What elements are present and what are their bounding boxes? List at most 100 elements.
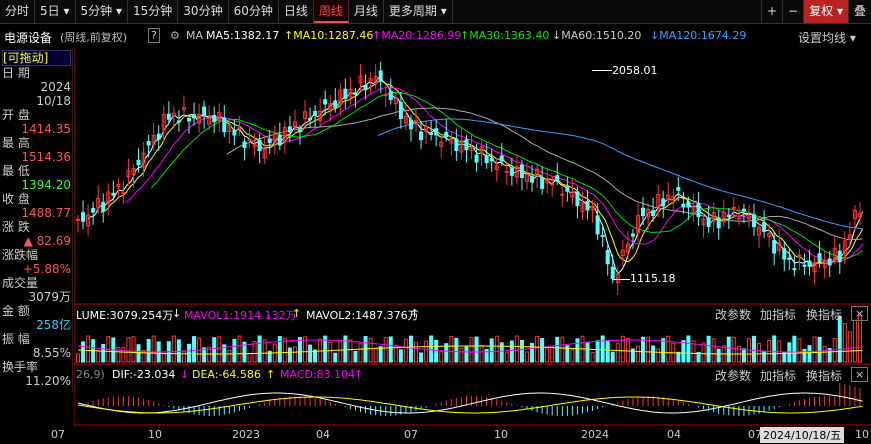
time-axis: 07 10 2023 04 07 10 2024 04 07 10 2024/1… — [0, 426, 871, 444]
macd-edit-params-button[interactable]: 改参数 — [715, 367, 751, 384]
gear-icon[interactable]: ⚙ — [170, 29, 180, 42]
volume-bar — [852, 319, 857, 363]
help-icon[interactable]: ? — [148, 28, 160, 43]
turnover-label: 换手率 — [2, 360, 39, 374]
ma10-value: ↑MA10:1287.46 — [284, 29, 374, 42]
x-tick: 2024 — [581, 428, 609, 441]
tab-5min[interactable]: 5分钟 ▾ — [76, 0, 129, 23]
volume-bar — [292, 346, 297, 363]
volume-bar — [782, 352, 787, 363]
annotation-leader — [612, 279, 630, 280]
amplitude-value: 8.55% — [32, 346, 71, 360]
volume-bar — [86, 335, 91, 363]
volume-bar — [429, 335, 434, 363]
x-tick: 04 — [316, 428, 330, 441]
volume-bar — [383, 337, 388, 363]
volume-bar — [419, 352, 424, 363]
volume-bar — [338, 340, 343, 363]
candle-body — [242, 141, 247, 149]
ma-settings-button[interactable]: 设置均线 ▾ — [798, 29, 856, 46]
volume-bar — [494, 335, 499, 363]
candle-body — [827, 258, 832, 266]
close-macd-panel-icon[interactable]: × — [851, 367, 869, 382]
volume-bar — [646, 336, 651, 363]
zoom-out-button[interactable]: − — [782, 0, 803, 23]
volume-bar — [146, 339, 151, 363]
candle-body — [509, 167, 514, 176]
volume-bar — [333, 352, 338, 363]
ma-label: MA — [186, 29, 204, 42]
volume-bar — [706, 335, 711, 363]
tab-monthly[interactable]: 月线 — [349, 0, 384, 23]
overlay-button[interactable]: 叠 — [847, 0, 871, 23]
candle-body — [772, 240, 777, 254]
volume-bar — [212, 337, 217, 363]
high-annotation: 2058.01 — [592, 64, 658, 77]
volume-bar — [378, 346, 383, 363]
candle-body — [736, 217, 741, 220]
tab-30min[interactable]: 30分钟 — [178, 0, 229, 23]
tab-weekly[interactable]: 周线 — [313, 0, 349, 23]
candle-body — [308, 117, 313, 120]
quote-panel: [可拖动] 日 期 2024 10/18 开 盘 1414.35 最 高 151… — [0, 48, 73, 392]
arrow-up-icon: ↑ — [292, 307, 302, 320]
ma120-value: ↓MA120:1674.29 — [650, 29, 747, 42]
date-label: 日 期 — [2, 66, 30, 80]
dif-label: DIF:-23.034 — [112, 368, 176, 381]
volume-bar — [641, 336, 646, 363]
drag-handle[interactable]: [可拖动] — [2, 50, 71, 66]
candle-body — [585, 201, 590, 211]
volume-bar — [585, 342, 590, 363]
kline-chart[interactable] — [74, 48, 871, 444]
volume-value: 3079万 — [28, 290, 71, 304]
candle-body — [630, 233, 635, 237]
candle-body — [232, 130, 237, 136]
adjust-button[interactable]: 复权 ▾ — [803, 0, 848, 23]
add-indicator-button[interactable]: 加指标 — [760, 306, 796, 323]
candle-body — [202, 106, 207, 117]
volume-bar — [474, 336, 479, 363]
edit-params-button[interactable]: 改参数 — [715, 306, 751, 323]
volume-bar — [126, 337, 131, 363]
switch-indicator-button[interactable]: 换指标 — [806, 306, 842, 323]
candle-body — [565, 186, 570, 192]
zoom-in-button[interactable]: + — [760, 0, 782, 23]
candle-body — [651, 210, 656, 217]
dropdown-arrow-icon: ▾ — [440, 4, 447, 18]
dropdown-arrow-icon: ▾ — [849, 31, 856, 45]
tab-5day[interactable]: 5日 ▾ — [35, 0, 76, 23]
candle-body — [247, 138, 252, 141]
pct-value: +5.88% — [22, 262, 71, 276]
candle-body — [661, 198, 666, 207]
candle-body — [257, 139, 262, 152]
ma10-line — [100, 80, 863, 265]
volume-bar — [181, 350, 186, 363]
tab-60min[interactable]: 60分钟 — [229, 0, 279, 23]
close-volume-panel-icon[interactable]: × — [851, 306, 869, 321]
volume-bar — [232, 338, 237, 363]
candle-body — [726, 215, 731, 218]
volume-bar — [847, 331, 852, 363]
volume-bar — [479, 345, 484, 363]
candle-body — [519, 164, 524, 178]
volume-bar — [424, 340, 429, 363]
candle-body — [419, 131, 424, 141]
volume-bar — [772, 335, 777, 363]
candle-body — [363, 84, 368, 91]
candle-body — [555, 175, 560, 181]
mavol1-label: MAVOL1:1914.132万 — [184, 309, 297, 322]
tab-more-periods[interactable]: 更多周期 ▾ — [384, 0, 453, 23]
volume-bar — [439, 351, 444, 363]
candle-body — [398, 102, 403, 119]
volume-bar — [459, 348, 464, 363]
volume-bar — [217, 336, 222, 363]
volume-bar — [257, 335, 262, 363]
tab-fenshi[interactable]: 分时 — [0, 0, 36, 23]
macd-params: 26,9) — [76, 368, 105, 381]
tab-daily[interactable]: 日线 — [279, 0, 314, 23]
macd-add-indicator-button[interactable]: 加指标 — [760, 367, 796, 384]
macd-switch-indicator-button[interactable]: 换指标 — [806, 367, 842, 384]
tab-15min[interactable]: 15分钟 — [128, 0, 179, 23]
candle-body — [192, 114, 197, 119]
open-value: 1414.35 — [21, 122, 71, 136]
